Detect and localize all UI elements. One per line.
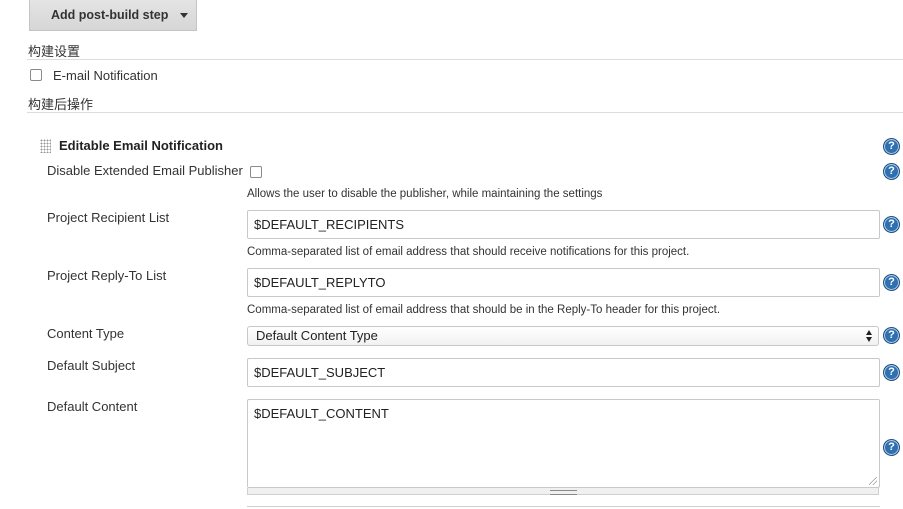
replyto-list-input[interactable]: $DEFAULT_REPLYTO (247, 268, 880, 297)
caret-down-icon (180, 12, 188, 18)
expand-grip-icon (550, 490, 577, 495)
content-type-label: Content Type (47, 326, 125, 341)
help-question-icon[interactable]: ? (883, 364, 900, 381)
help-question-icon[interactable]: ? (883, 439, 900, 456)
help-question-icon[interactable]: ? (883, 274, 900, 291)
drag-handle-icon[interactable] (40, 139, 51, 153)
recipient-list-label: Project Recipient List (47, 210, 170, 225)
recipient-list-input[interactable]: $DEFAULT_RECIPIENTS (247, 210, 880, 239)
email-notification-label: E-mail Notification (53, 68, 158, 83)
content-type-select[interactable]: Default Content Type (247, 326, 879, 346)
disable-publisher-label: Disable Extended Email Publisher (47, 163, 243, 178)
section-divider (27, 59, 903, 60)
default-content-label: Default Content (47, 399, 138, 414)
section-title-build-settings: 构建设置 (28, 44, 81, 59)
replyto-list-help: Comma-separated list of email address th… (247, 304, 721, 316)
select-arrows-icon (866, 330, 873, 342)
recipient-list-help: Comma-separated list of email address th… (247, 246, 690, 258)
default-content-textarea[interactable]: $DEFAULT_CONTENT (247, 399, 880, 488)
help-question-icon[interactable]: ? (883, 138, 900, 155)
bottom-divider (247, 506, 880, 507)
content-type-selected-value: Default Content Type (256, 328, 378, 343)
help-question-icon[interactable]: ? (883, 216, 900, 233)
section-divider (27, 112, 903, 113)
default-subject-input[interactable]: $DEFAULT_SUBJECT (247, 358, 880, 387)
section-title-post-build-actions: 构建后操作 (28, 97, 94, 112)
add-post-build-step-button[interactable]: Add post-build step (29, 0, 197, 31)
disable-publisher-help: Allows the user to disable the publisher… (247, 188, 603, 200)
default-subject-label: Default Subject (47, 358, 136, 373)
disable-publisher-checkbox[interactable] (250, 166, 262, 178)
add-post-build-step-label: Add post-build step (51, 8, 169, 22)
resize-grip-icon[interactable] (869, 477, 877, 485)
help-question-icon[interactable]: ? (883, 327, 900, 344)
replyto-list-label: Project Reply-To List (47, 268, 167, 283)
help-question-icon[interactable]: ? (883, 163, 900, 180)
default-content-value: $DEFAULT_CONTENT (254, 406, 389, 421)
editable-email-title: Editable Email Notification (59, 138, 223, 153)
textarea-expand-handle[interactable] (247, 488, 879, 495)
email-notification-checkbox[interactable] (30, 69, 42, 81)
